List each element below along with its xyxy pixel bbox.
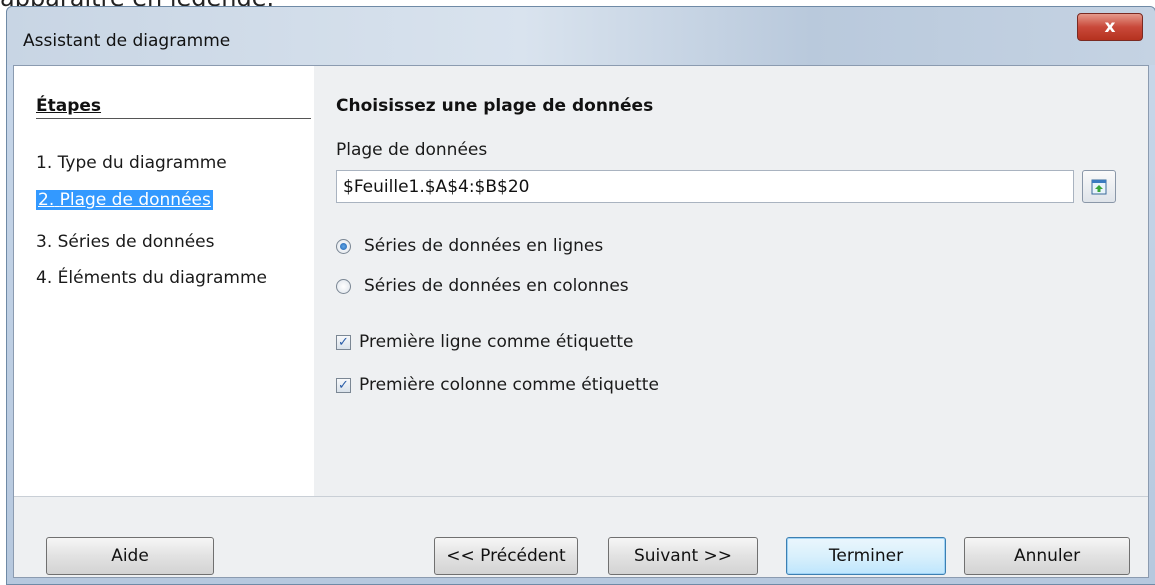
panel-title: Choisissez une plage de données	[336, 96, 654, 116]
sidebar-step-data-series[interactable]: 3. Séries de données	[36, 232, 215, 252]
first-row-label-option[interactable]: ✓ Première ligne comme étiquette	[336, 332, 634, 352]
first-column-label-option[interactable]: ✓ Première colonne comme étiquette	[336, 375, 659, 395]
data-range-panel: Choisissez une plage de données Plage de…	[314, 66, 1148, 496]
series-in-rows-option[interactable]: Séries de données en lignes	[336, 236, 603, 256]
first-row-checkbox[interactable]: ✓	[336, 334, 351, 350]
radio-columns[interactable]	[336, 278, 351, 294]
sidebar-step-data-range[interactable]: 2. Plage de données	[36, 190, 213, 210]
shrink-range-icon	[1091, 179, 1107, 195]
sidebar-step-chart-elements[interactable]: 4. Éléments du diagramme	[36, 268, 267, 288]
step-number: 3.	[36, 232, 53, 252]
steps-heading: Étapes	[36, 96, 102, 116]
radio-rows-label: Séries de données en lignes	[364, 236, 604, 256]
series-in-columns-option[interactable]: Séries de données en colonnes	[336, 276, 629, 296]
finish-button[interactable]: Terminer	[786, 537, 946, 575]
step-label: Type du diagramme	[57, 153, 227, 173]
close-button[interactable]: x	[1077, 13, 1143, 41]
step-label: Séries de données	[57, 232, 215, 252]
step-label: Éléments du diagramme	[57, 268, 267, 288]
first-row-label: Première ligne comme étiquette	[359, 332, 634, 352]
step-number: 1.	[36, 153, 53, 173]
radio-rows[interactable]	[336, 238, 351, 254]
sidebar-step-chart-type[interactable]: 1. Type du diagramme	[36, 153, 227, 173]
steps-sidebar: Étapes 1. Type du diagramme 2. Plage de …	[14, 66, 314, 496]
range-field-label: Plage de données	[336, 140, 488, 160]
step-number: 2.	[38, 190, 55, 210]
dialog-body: Étapes 1. Type du diagramme 2. Plage de …	[13, 65, 1149, 578]
window-title: Assistant de diagramme	[23, 31, 231, 51]
button-bar: Aide << Précédent Suivant >> Terminer An…	[14, 496, 1148, 577]
help-button[interactable]: Aide	[46, 537, 214, 575]
title-bar[interactable]: Assistant de diagramme x	[7, 7, 1155, 65]
chart-wizard-dialog: Assistant de diagramme x Étapes 1. Type …	[6, 6, 1155, 585]
shrink-range-button[interactable]	[1082, 170, 1116, 203]
first-column-label: Première colonne comme étiquette	[359, 375, 659, 395]
step-label: Plage de données	[59, 190, 211, 210]
cancel-button[interactable]: Annuler	[964, 537, 1130, 575]
step-number: 4.	[36, 268, 53, 288]
next-button[interactable]: Suivant >>	[608, 537, 758, 575]
steps-divider	[36, 118, 311, 119]
first-column-checkbox[interactable]: ✓	[336, 377, 351, 393]
close-icon: x	[1104, 17, 1116, 37]
radio-columns-label: Séries de données en colonnes	[364, 276, 629, 296]
data-range-input[interactable]	[336, 170, 1074, 203]
previous-button[interactable]: << Précédent	[434, 537, 578, 575]
